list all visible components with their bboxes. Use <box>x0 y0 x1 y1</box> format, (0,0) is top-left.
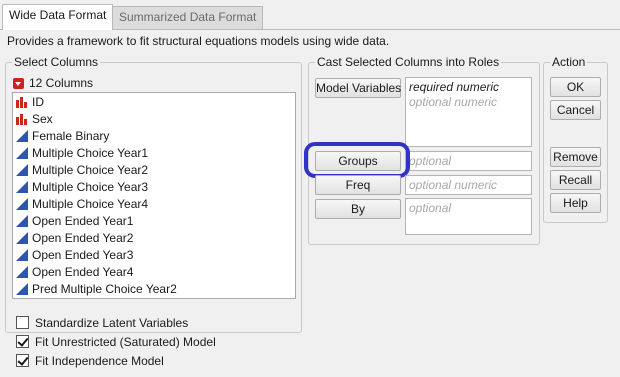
model-variables-optional-text: optional numeric <box>409 95 498 109</box>
fit-independence-model-checkbox[interactable] <box>16 354 29 367</box>
fit-unrestricted-model-label: Fit Unrestricted (Saturated) Model <box>35 335 216 349</box>
continuous-triangle-icon <box>16 181 28 193</box>
continuous-triangle-icon <box>16 164 28 176</box>
cancel-button[interactable]: Cancel <box>550 100 601 120</box>
help-button[interactable]: Help <box>550 193 601 213</box>
freq-field[interactable]: optional numeric <box>405 175 532 195</box>
continuous-triangle-icon <box>16 147 28 159</box>
by-field[interactable]: optional <box>405 198 532 235</box>
column-name: Open Ended Year4 <box>32 265 134 279</box>
select-columns-title: Select Columns <box>12 55 101 69</box>
continuous-triangle-icon <box>16 266 28 278</box>
recall-button[interactable]: Recall <box>550 170 601 190</box>
model-variables-required-text: required numeric <box>409 80 500 94</box>
column-name: Multiple Choice Year1 <box>32 146 149 160</box>
column-name: Sex <box>32 112 53 126</box>
column-name: Female Binary <box>32 129 110 143</box>
tab-summarized-data-format[interactable]: Summarized Data Format <box>112 6 264 29</box>
column-name: Open Ended Year1 <box>32 214 134 228</box>
standardize-latent-variables-checkbox[interactable] <box>16 316 29 329</box>
freq-button[interactable]: Freq <box>315 175 401 195</box>
cast-roles-title: Cast Selected Columns into Roles <box>315 55 502 69</box>
nominal-bar-icon <box>16 114 27 125</box>
continuous-triangle-icon <box>16 198 28 210</box>
column-count-label: 12 Columns <box>29 76 94 90</box>
model-variables-field[interactable]: required numeric optional numeric <box>405 77 532 147</box>
columns-listbox[interactable]: ID Sex Female Binary Multiple Choice Year1 M… <box>12 92 296 299</box>
standardize-latent-variables-label: Standardize Latent Variables <box>35 316 189 330</box>
groups-field[interactable]: optional <box>405 151 532 171</box>
column-name: Open Ended Year2 <box>32 231 134 245</box>
remove-button[interactable]: Remove <box>550 147 601 167</box>
dropdown-red-triangle-icon[interactable] <box>13 78 24 89</box>
ok-button[interactable]: OK <box>550 77 601 97</box>
continuous-triangle-icon <box>16 130 28 142</box>
description-text: Provides a framework to fit structural e… <box>7 34 390 48</box>
model-variables-button[interactable]: Model Variables <box>315 78 401 98</box>
fit-independence-model-label: Fit Independence Model <box>35 354 164 368</box>
continuous-triangle-icon <box>16 215 28 227</box>
by-button[interactable]: By <box>315 199 401 219</box>
fit-unrestricted-model-checkbox[interactable] <box>16 335 29 348</box>
column-name: Multiple Choice Year4 <box>32 197 149 211</box>
column-name: Multiple Choice Year2 <box>32 163 149 177</box>
column-name: ID <box>32 95 44 109</box>
continuous-triangle-icon <box>16 249 28 261</box>
nominal-bar-icon <box>16 97 27 108</box>
column-name: Pred Multiple Choice Year2 <box>32 282 177 296</box>
tab-wide-data-format[interactable]: Wide Data Format <box>2 4 114 30</box>
action-title: Action <box>550 55 588 69</box>
column-name: Multiple Choice Year3 <box>32 180 149 194</box>
column-name: Open Ended Year3 <box>32 248 134 262</box>
continuous-triangle-icon <box>16 232 28 244</box>
continuous-triangle-icon <box>16 283 28 295</box>
groups-highlight-callout <box>304 142 410 178</box>
